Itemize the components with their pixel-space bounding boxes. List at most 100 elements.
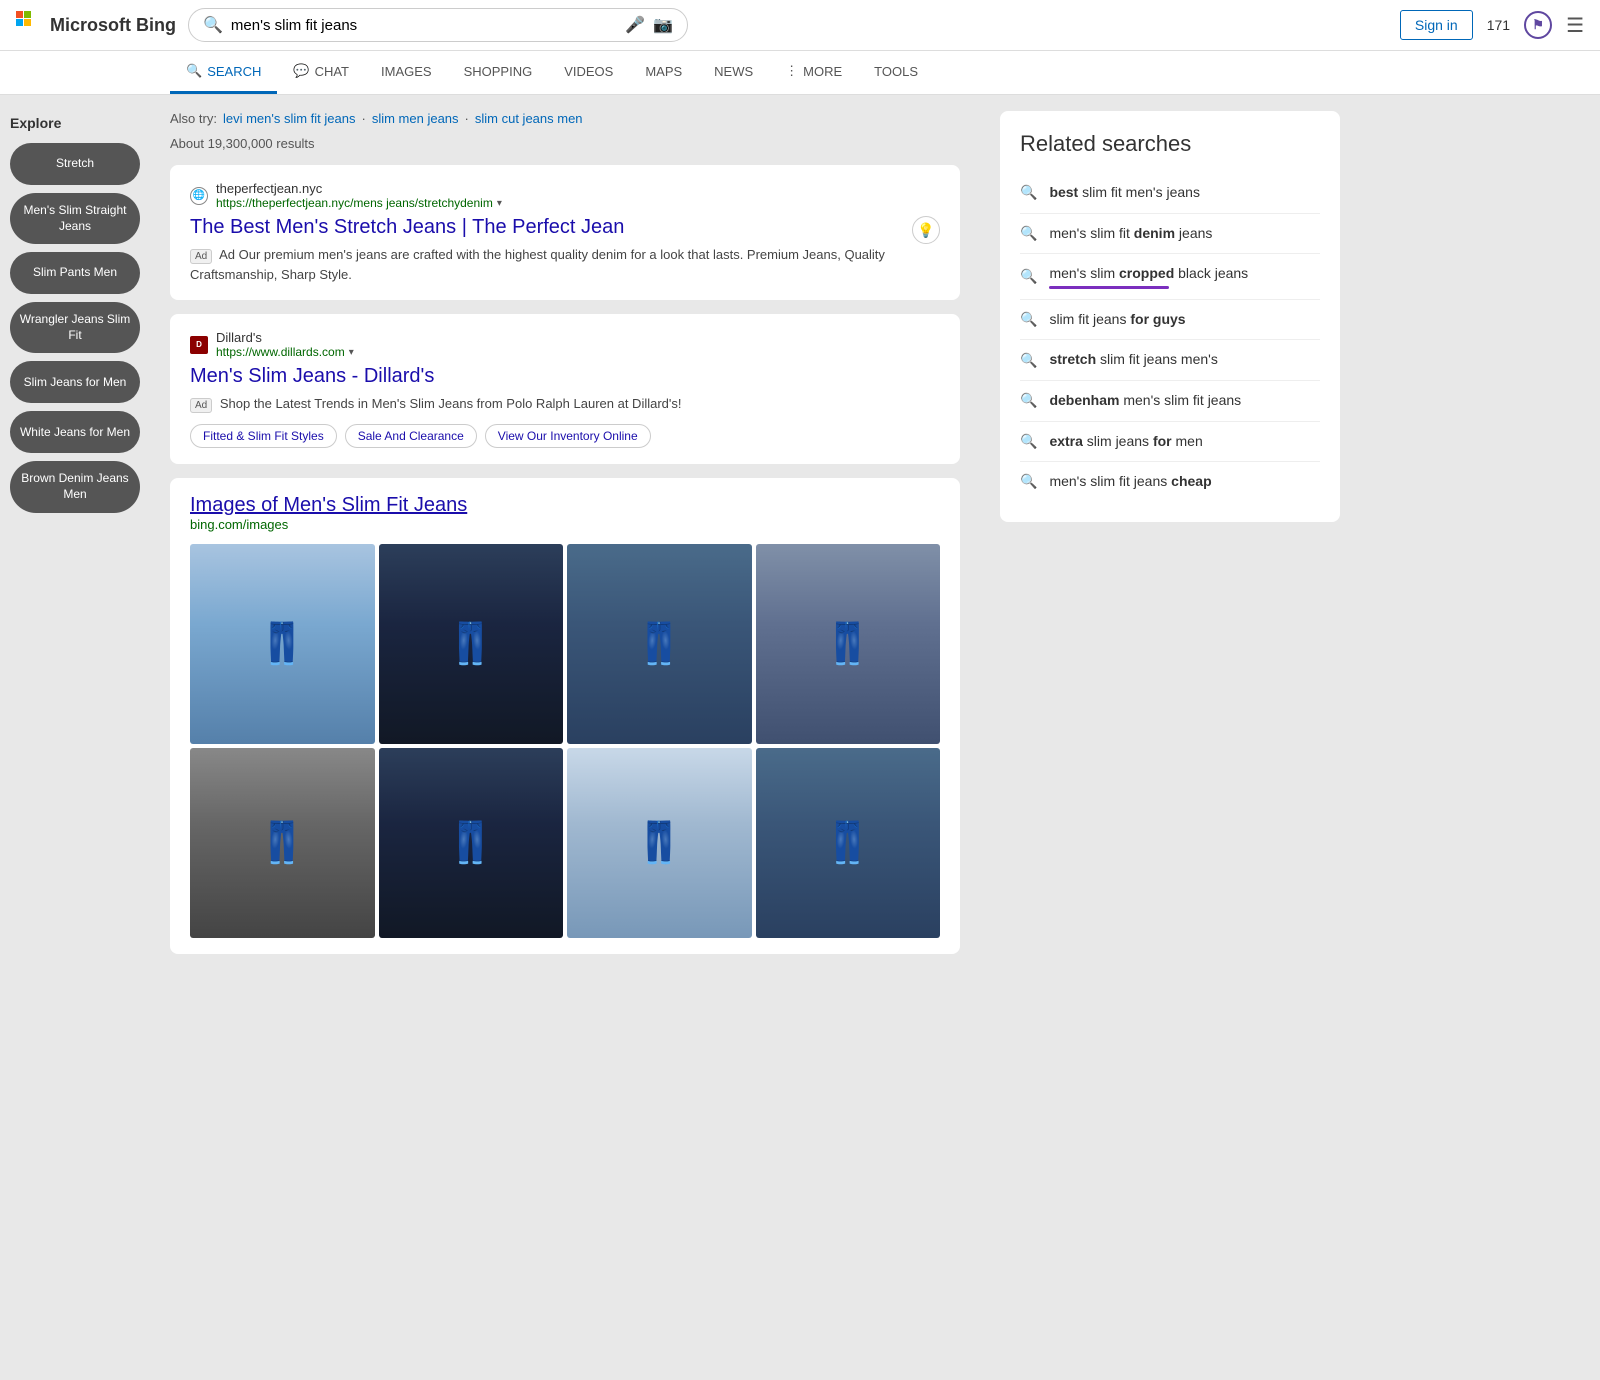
related-item-6[interactable]: 🔍 debenham men's slim fit jeans	[1020, 381, 1320, 422]
related-search-icon-7: 🔍	[1020, 433, 1037, 450]
source-url-1: https://theperfectjean.nyc/mens jeans/st…	[216, 196, 493, 210]
explore-sidebar: Explore Stretch Men's Slim Straight Jean…	[0, 95, 150, 984]
more-tab-icon: ⋮	[785, 63, 798, 79]
jeans-image-8[interactable]: 👖	[756, 748, 941, 938]
result-link-inventory[interactable]: View Our Inventory Online	[485, 424, 651, 448]
related-text-3: men's slim cropped black jeans	[1049, 264, 1248, 289]
related-text-6: debenham men's slim fit jeans	[1049, 391, 1241, 411]
result-title-2[interactable]: Men's Slim Jeans - Dillard's	[190, 365, 940, 388]
explore-item-straight[interactable]: Men's Slim Straight Jeans	[10, 193, 140, 244]
source-name-1: theperfectjean.nyc	[216, 181, 502, 196]
ad-label-2: Ad	[190, 398, 212, 413]
related-item-2[interactable]: 🔍 men's slim fit denim jeans	[1020, 214, 1320, 255]
jeans-image-4[interactable]: 👖	[756, 544, 941, 744]
maps-tab-label: MAPS	[645, 64, 682, 79]
related-search-icon-3: 🔍	[1020, 268, 1037, 285]
images-source[interactable]: bing.com/images	[190, 517, 940, 532]
result-link-fitted[interactable]: Fitted & Slim Fit Styles	[190, 424, 337, 448]
related-item-8[interactable]: 🔍 men's slim fit jeans cheap	[1020, 462, 1320, 502]
nav-tabs: 🔍 SEARCH 💬 CHAT IMAGES SHOPPING VIDEOS M…	[0, 51, 1600, 95]
main-container: Explore Stretch Men's Slim Straight Jean…	[0, 95, 1600, 984]
header: Microsoft Bing 🔍 🎤 📷 Sign in 171 ⚑ ☰	[0, 0, 1600, 51]
related-item-7[interactable]: 🔍 extra slim jeans for men	[1020, 422, 1320, 463]
images-grid: 👖 👖 👖 👖 👖 👖 👖	[190, 544, 940, 938]
chat-tab-label: CHAT	[315, 64, 349, 79]
tab-videos[interactable]: VIDEOS	[548, 52, 629, 94]
related-search-icon-6: 🔍	[1020, 392, 1037, 409]
source-dropdown-2[interactable]: ▾	[349, 347, 354, 358]
tab-maps[interactable]: MAPS	[629, 52, 698, 94]
jeans-image-2[interactable]: 👖	[379, 544, 564, 744]
jeans-image-5[interactable]: 👖	[190, 748, 375, 938]
explore-item-white[interactable]: White Jeans for Men	[10, 411, 140, 453]
tools-tab-label: TOOLS	[874, 64, 918, 79]
result-title-1[interactable]: The Best Men's Stretch Jeans | The Perfe…	[190, 216, 624, 239]
explore-item-slim-men[interactable]: Slim Jeans for Men	[10, 361, 140, 403]
search-icon: 🔍	[203, 15, 223, 35]
related-search-icon-2: 🔍	[1020, 225, 1037, 242]
related-item-5[interactable]: 🔍 stretch slim fit jeans men's	[1020, 340, 1320, 381]
result-links-2: Fitted & Slim Fit Styles Sale And Cleara…	[190, 424, 940, 448]
explore-item-slim-pants[interactable]: Slim Pants Men	[10, 252, 140, 294]
camera-button[interactable]: 📷	[653, 15, 673, 35]
related-text-4: slim fit jeans for guys	[1049, 310, 1185, 330]
results-count: About 19,300,000 results	[170, 136, 960, 151]
result-source-1: 🌐 theperfectjean.nyc https://theperfectj…	[190, 181, 940, 210]
related-text-8: men's slim fit jeans cheap	[1049, 472, 1211, 492]
bing-logo[interactable]: Microsoft Bing	[16, 11, 176, 39]
tab-images[interactable]: IMAGES	[365, 52, 448, 94]
related-search-icon-4: 🔍	[1020, 311, 1037, 328]
source-globe-icon: 🌐	[190, 187, 208, 205]
jeans-image-3[interactable]: 👖	[567, 544, 752, 744]
header-right: Sign in 171 ⚑ ☰	[1400, 10, 1584, 40]
jeans-image-1[interactable]: 👖	[190, 544, 375, 744]
result-link-sale[interactable]: Sale And Clearance	[345, 424, 477, 448]
search-tab-icon: 🔍	[186, 63, 202, 79]
also-try-link-2[interactable]: slim men jeans	[372, 111, 459, 126]
sign-in-button[interactable]: Sign in	[1400, 10, 1473, 40]
hamburger-icon[interactable]: ☰	[1566, 13, 1584, 38]
explore-item-brown[interactable]: Brown Denim Jeans Men	[10, 461, 140, 512]
related-item-1[interactable]: 🔍 best slim fit men's jeans	[1020, 173, 1320, 214]
reward-count: 171	[1487, 17, 1510, 33]
images-tab-label: IMAGES	[381, 64, 432, 79]
ad-label-1: Ad	[190, 249, 212, 264]
tab-more[interactable]: ⋮ MORE	[769, 51, 858, 94]
lightbulb-button-1[interactable]: 💡	[912, 216, 940, 244]
also-try-link-1[interactable]: levi men's slim fit jeans	[223, 111, 356, 126]
tab-chat[interactable]: 💬 CHAT	[277, 51, 365, 94]
also-try-link-3[interactable]: slim cut jeans men	[475, 111, 583, 126]
related-text-2: men's slim fit denim jeans	[1049, 224, 1212, 244]
bing-logo-text: Microsoft Bing	[50, 15, 176, 36]
result-desc-1: Ad Ad Our premium men's jeans are crafte…	[190, 245, 940, 284]
mic-button[interactable]: 🎤	[625, 15, 645, 35]
tab-news[interactable]: NEWS	[698, 52, 769, 94]
related-search-icon-8: 🔍	[1020, 473, 1037, 490]
related-searches-title: Related searches	[1020, 131, 1320, 157]
search-bar: 🔍 🎤 📷	[188, 8, 688, 42]
explore-item-stretch[interactable]: Stretch	[10, 143, 140, 185]
more-tab-label: MORE	[803, 64, 842, 79]
tab-search[interactable]: 🔍 SEARCH	[170, 51, 277, 94]
source-url-2: https://www.dillards.com	[216, 345, 345, 359]
reward-icon[interactable]: ⚑	[1524, 11, 1552, 39]
tab-tools[interactable]: TOOLS	[858, 52, 934, 94]
progress-bar	[1049, 286, 1168, 289]
related-text-1: best slim fit men's jeans	[1049, 183, 1200, 203]
related-searches-card: Related searches 🔍 best slim fit men's j…	[1000, 111, 1340, 522]
explore-item-wrangler[interactable]: Wrangler Jeans Slim Fit	[10, 302, 140, 353]
images-title[interactable]: Images of Men's Slim Fit Jeans	[190, 494, 467, 516]
tab-shopping[interactable]: SHOPPING	[448, 52, 549, 94]
jeans-image-6[interactable]: 👖	[379, 748, 564, 938]
jeans-image-7[interactable]: 👖	[567, 748, 752, 938]
result-card-2: D Dillard's https://www.dillards.com ▾ M…	[170, 314, 960, 464]
related-item-3[interactable]: 🔍 men's slim cropped black jeans	[1020, 254, 1320, 300]
explore-title: Explore	[10, 115, 140, 131]
videos-tab-label: VIDEOS	[564, 64, 613, 79]
result-card-1: 🌐 theperfectjean.nyc https://theperfectj…	[170, 165, 960, 300]
source-dropdown-1[interactable]: ▾	[497, 198, 502, 209]
related-item-4[interactable]: 🔍 slim fit jeans for guys	[1020, 300, 1320, 341]
search-input[interactable]	[231, 17, 617, 34]
also-try: Also try: levi men's slim fit jeans · sl…	[170, 111, 960, 126]
source-name-2: Dillard's	[216, 330, 354, 345]
